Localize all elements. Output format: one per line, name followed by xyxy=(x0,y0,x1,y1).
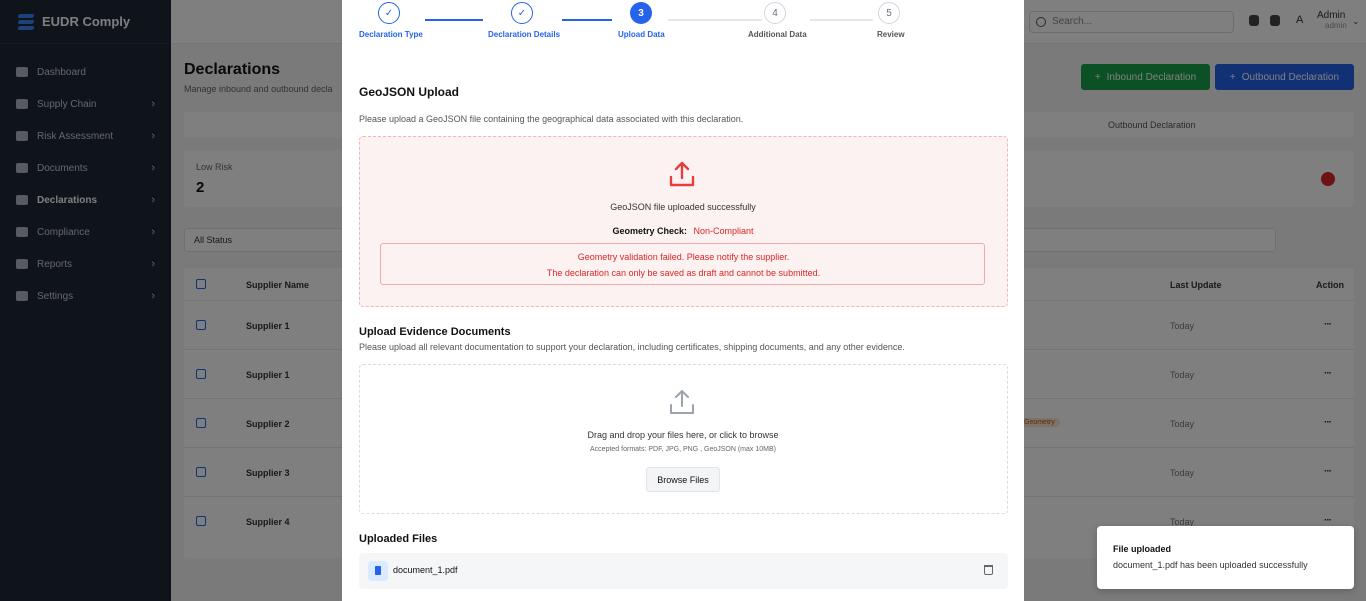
upload-icon xyxy=(670,390,694,414)
alert-line-1: Geometry validation failed. Please notif… xyxy=(577,252,790,262)
alert-line-2: The declaration can only be saved as dra… xyxy=(546,268,821,278)
step-2-label: Declaration Details xyxy=(488,30,561,39)
step-connector xyxy=(562,19,612,21)
geometry-check-status: Non-Compliant xyxy=(693,226,754,236)
upload-icon xyxy=(669,161,695,187)
geometry-validation-alert: Geometry validation failed. Please notif… xyxy=(380,243,985,285)
stepper: ✓ Declaration Type ✓ Declaration Details… xyxy=(342,0,1024,44)
evidence-section-title: Upload Evidence Documents xyxy=(359,326,511,338)
step-2-check-icon: ✓ xyxy=(511,2,533,24)
declaration-modal: ✓ Declaration Type ✓ Declaration Details… xyxy=(342,0,1024,601)
delete-file-icon[interactable] xyxy=(984,565,993,575)
geojson-section-description: Please upload a GeoJSON file containing … xyxy=(359,114,744,124)
uploaded-file-name: document_1.pdf xyxy=(393,565,458,575)
geometry-check: Geometry Check: Non-Compliant xyxy=(342,226,1024,236)
toast-notification: File uploaded document_1.pdf has been up… xyxy=(1097,526,1354,589)
step-connector xyxy=(668,19,762,21)
geometry-check-label: Geometry Check: xyxy=(612,226,687,236)
accepted-formats: Accepted formats: PDF, JPG, PNG , GeoJSO… xyxy=(590,446,776,453)
step-4-label: Additional Data xyxy=(748,30,807,39)
step-3-label: Upload Data xyxy=(618,30,665,39)
step-5-label: Review xyxy=(877,30,905,39)
dropzone-text: Drag and drop your files here, or click … xyxy=(587,430,779,440)
geojson-success-text: GeoJSON file uploaded successfully xyxy=(610,202,756,212)
step-5-indicator: 5 xyxy=(878,2,900,24)
step-3-indicator: 3 xyxy=(630,2,652,24)
step-1-check-icon: ✓ xyxy=(378,2,400,24)
uploaded-files-title: Uploaded Files xyxy=(359,533,438,545)
evidence-section-description: Please upload all relevant documentation… xyxy=(359,342,905,352)
step-1-label: Declaration Type xyxy=(359,30,423,39)
step-connector xyxy=(425,19,483,21)
toast-message: document_1.pdf has been uploaded success… xyxy=(1113,560,1308,570)
browse-files-button[interactable]: Browse Files xyxy=(646,467,720,492)
geojson-section-title: GeoJSON Upload xyxy=(359,85,460,99)
step-4-indicator: 4 xyxy=(764,2,786,24)
document-icon xyxy=(368,561,388,581)
toast-title: File uploaded xyxy=(1113,544,1172,554)
step-connector xyxy=(810,19,873,21)
